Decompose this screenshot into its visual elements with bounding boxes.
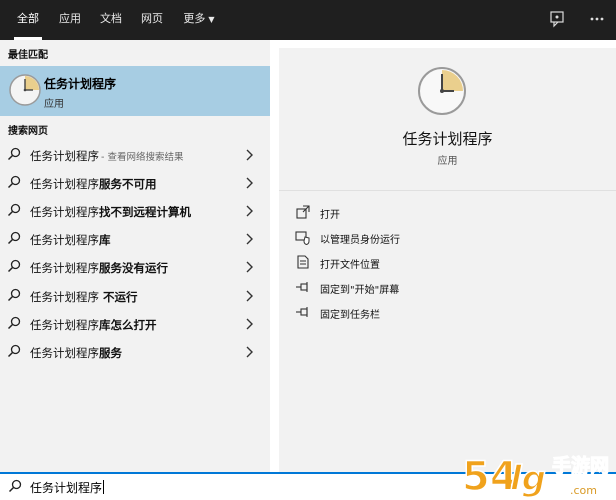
suggestion-prefix: 任务计划程序: [30, 205, 99, 219]
chevron-right-icon[interactable]: [245, 149, 253, 161]
suggestion-prefix: 任务计划程序: [30, 346, 99, 360]
suggestion-prefix: 任务计划程序: [30, 318, 99, 332]
search-icon: [7, 147, 21, 161]
chevron-right-icon[interactable]: [245, 318, 253, 330]
web-suggestion-row[interactable]: 任务计划程序库: [0, 225, 270, 253]
text-caret: [103, 480, 105, 494]
search-icon: [7, 259, 21, 273]
site-watermark-logo: 54 lg 手游网 .com: [461, 453, 609, 500]
search-input-value: 任务计划程序: [30, 481, 103, 495]
shield-icon: [295, 231, 310, 245]
run-as-admin-action[interactable]: 以管理员身份运行: [295, 227, 575, 249]
suggestion-hint: - 查看网络搜索结果: [101, 152, 184, 163]
more-options-icon[interactable]: [588, 10, 606, 28]
open-file-location-action[interactable]: 打开文件位置: [295, 252, 575, 274]
chevron-right-icon[interactable]: [245, 290, 253, 302]
pin-icon: [296, 282, 308, 292]
suggestion-prefix: 任务计划程序: [30, 177, 99, 191]
search-icon: [7, 231, 21, 245]
web-suggestion-row[interactable]: 任务计划程序 - 查看网络搜索结果: [0, 141, 270, 169]
run-as-admin-label: 以管理员身份运行: [320, 235, 400, 246]
web-search-heading: 搜索网页: [8, 126, 48, 137]
watermark-text: 手游网: [552, 454, 609, 477]
search-input[interactable]: 任务计划程序: [30, 479, 105, 496]
tab-all-label: 全部: [17, 12, 39, 25]
watermark-letters: lg: [510, 459, 546, 499]
open-action[interactable]: 打开: [295, 202, 575, 224]
search-icon: [7, 203, 21, 217]
suggestion-bold: 不运行: [99, 290, 138, 304]
search-icon: [8, 479, 22, 493]
suggestion-bold: 库: [99, 233, 111, 247]
web-suggestion-row[interactable]: 任务计划程序库怎么打开: [0, 310, 270, 338]
best-match-subtitle: 应用: [44, 99, 64, 110]
tab-more[interactable]: 更多 ▼: [175, 0, 223, 40]
pin-icon: [296, 307, 308, 317]
web-suggestion-row[interactable]: 任务计划程序服务不可用: [0, 169, 270, 197]
suggestion-bold: 服务没有运行: [99, 261, 168, 275]
search-icon: [7, 175, 21, 189]
divider: [279, 190, 616, 191]
tab-documents-label: 文档: [100, 12, 122, 25]
preview-pane: 任务计划程序 应用 打开 以管理员身份运行 打开文件位置 固定到"开始"屏幕 固…: [279, 48, 616, 472]
chevron-right-icon[interactable]: [245, 346, 253, 358]
open-icon: [296, 205, 310, 219]
tab-web-label: 网页: [141, 12, 163, 25]
suggestion-prefix: 任务计划程序: [30, 149, 99, 163]
search-icon: [7, 288, 21, 302]
best-match-result[interactable]: 任务计划程序 应用: [0, 66, 270, 116]
best-match-heading: 最佳匹配: [8, 50, 48, 61]
pin-to-taskbar-action[interactable]: 固定到任务栏: [295, 302, 575, 324]
tab-web[interactable]: 网页: [134, 0, 170, 40]
pin-to-taskbar-label: 固定到任务栏: [320, 310, 380, 321]
chevron-right-icon[interactable]: [245, 233, 253, 245]
file-location-icon: [297, 255, 309, 269]
task-scheduler-clock-icon: [9, 74, 41, 106]
search-icon: [7, 316, 21, 330]
web-suggestion-row[interactable]: 任务计划程序找不到远程计算机: [0, 197, 270, 225]
preview-title: 任务计划程序: [402, 130, 493, 148]
best-match-title: 任务计划程序: [44, 77, 117, 91]
search-scope-tabbar: 全部 应用 文档 网页 更多 ▼: [0, 0, 616, 40]
chevron-right-icon[interactable]: [245, 261, 253, 273]
suggestion-bold: 库怎么打开: [99, 318, 157, 332]
preview-subtitle: 应用: [437, 156, 458, 167]
tab-all[interactable]: 全部: [8, 0, 48, 40]
suggestion-prefix: 任务计划程序: [30, 233, 99, 247]
pin-to-start-action[interactable]: 固定到"开始"屏幕: [295, 277, 575, 299]
chevron-down-icon: ▼: [208, 15, 215, 24]
suggestion-prefix: 任务计划程序: [30, 290, 99, 304]
chevron-right-icon[interactable]: [245, 205, 253, 217]
tab-more-label: 更多: [183, 12, 206, 25]
suggestion-bold: 服务: [99, 346, 122, 360]
suggestion-bold: 服务不可用: [99, 177, 157, 191]
web-suggestion-row[interactable]: 任务计划程序 不运行: [0, 282, 270, 310]
open-action-label: 打开: [320, 210, 340, 221]
watermark-domain: .com: [570, 484, 597, 497]
suggestion-bold: 找不到远程计算机: [99, 205, 191, 219]
web-suggestion-row[interactable]: 任务计划程序服务没有运行: [0, 253, 270, 281]
web-suggestion-row[interactable]: 任务计划程序服务: [0, 338, 270, 366]
open-file-location-label: 打开文件位置: [320, 260, 380, 271]
tab-apps[interactable]: 应用: [52, 0, 88, 40]
search-icon: [7, 344, 21, 358]
task-scheduler-clock-icon: [418, 67, 466, 115]
tab-apps-label: 应用: [59, 12, 81, 25]
chevron-right-icon[interactable]: [245, 177, 253, 189]
pin-to-start-label: 固定到"开始"屏幕: [320, 285, 400, 296]
tab-documents[interactable]: 文档: [93, 0, 129, 40]
feedback-icon[interactable]: [549, 10, 567, 28]
suggestion-prefix: 任务计划程序: [30, 261, 99, 275]
